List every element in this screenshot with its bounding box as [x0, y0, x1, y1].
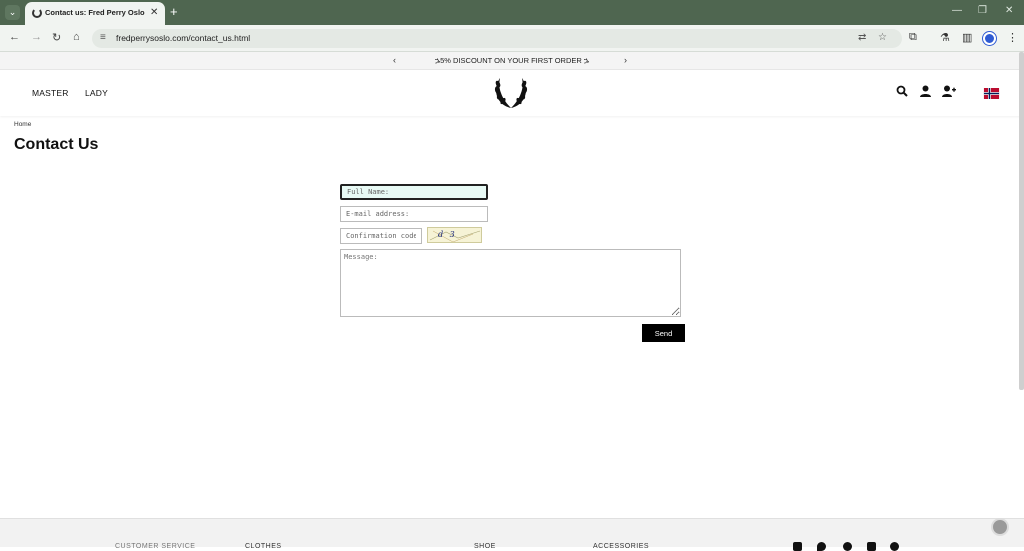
full-name-input[interactable]	[340, 184, 488, 200]
tab-close-icon[interactable]: ✕	[150, 7, 158, 18]
nav-link-master[interactable]: MASTER	[32, 88, 69, 98]
chrome-menu-icon[interactable]: ⋮	[1007, 31, 1018, 44]
captcha-text: d 3	[438, 230, 457, 239]
active-tab[interactable]: Contact us: Fred Perry Oslo Sto ✕	[25, 2, 165, 25]
search-icon[interactable]	[896, 85, 908, 97]
forward-arrow-icon[interactable]: →	[31, 31, 42, 43]
message-textarea[interactable]	[340, 249, 681, 317]
page-title: Contact Us	[14, 136, 99, 153]
site-header: MASTER LADY	[0, 70, 1024, 116]
browser-toolbar: ← → ↻ ⌂ ≡ fredperrysoslo.com/contact_us.…	[0, 25, 1024, 52]
send-button[interactable]: Send	[642, 324, 685, 342]
extensions-icon[interactable]: ⧉	[909, 31, 917, 44]
home-icon[interactable]: ⌂	[73, 31, 80, 43]
captcha-image: d 3	[427, 227, 482, 243]
browser-tab-strip: ⌄ Contact us: Fred Perry Oslo Sto ✕ + — …	[0, 0, 1024, 25]
labs-flask-icon[interactable]: ⚗	[940, 31, 950, 44]
bookmark-star-icon[interactable]: ☆	[878, 32, 887, 43]
promo-bar: ‹ ኌ5% DISCOUNT ON YOUR FIRST ORDER ኌ ›	[0, 52, 1024, 70]
new-tab-button[interactable]: +	[170, 4, 178, 19]
window-close-icon[interactable]: ✕	[1005, 5, 1013, 16]
promo-text: ኌ5% DISCOUNT ON YOUR FIRST ORDER ኌ	[434, 56, 590, 65]
site-favicon-icon	[32, 8, 42, 18]
confirmation-code-input[interactable]	[340, 228, 422, 244]
side-panel-icon[interactable]: ▥	[962, 31, 972, 44]
minimize-icon[interactable]: —	[952, 5, 962, 16]
reload-icon[interactable]: ↻	[52, 31, 61, 44]
back-arrow-icon[interactable]: ←	[9, 31, 20, 43]
tab-search-button[interactable]: ⌄	[5, 5, 20, 20]
breadcrumb-home[interactable]: Home	[14, 121, 31, 128]
register-icon[interactable]	[942, 85, 956, 97]
url-text[interactable]: fredperrysoslo.com/contact_us.html	[116, 33, 250, 43]
tab-title: Contact us: Fred Perry Oslo Sto	[45, 8, 147, 17]
site-footer: CUSTOMER SERVICE CLOTHES SHOE ACCESSORIE…	[0, 518, 1024, 551]
restore-icon[interactable]: ❐	[978, 5, 987, 16]
chat-widget-icon[interactable]	[991, 518, 1009, 536]
profile-avatar-icon[interactable]	[983, 32, 996, 45]
nav-link-lady[interactable]: LADY	[85, 88, 108, 98]
norway-flag-icon[interactable]	[983, 88, 1000, 99]
email-input[interactable]	[340, 206, 488, 222]
promo-next-icon[interactable]: ›	[624, 55, 627, 65]
address-bar[interactable]: ≡ fredperrysoslo.com/contact_us.html ⇄ ☆	[92, 29, 902, 48]
translate-icon[interactable]: ⇄	[858, 32, 866, 43]
site-info-icon[interactable]: ≡	[100, 32, 106, 43]
page-scrollbar[interactable]	[1019, 52, 1024, 390]
laurel-wreath-logo[interactable]	[492, 75, 530, 111]
account-icon[interactable]	[920, 85, 931, 97]
